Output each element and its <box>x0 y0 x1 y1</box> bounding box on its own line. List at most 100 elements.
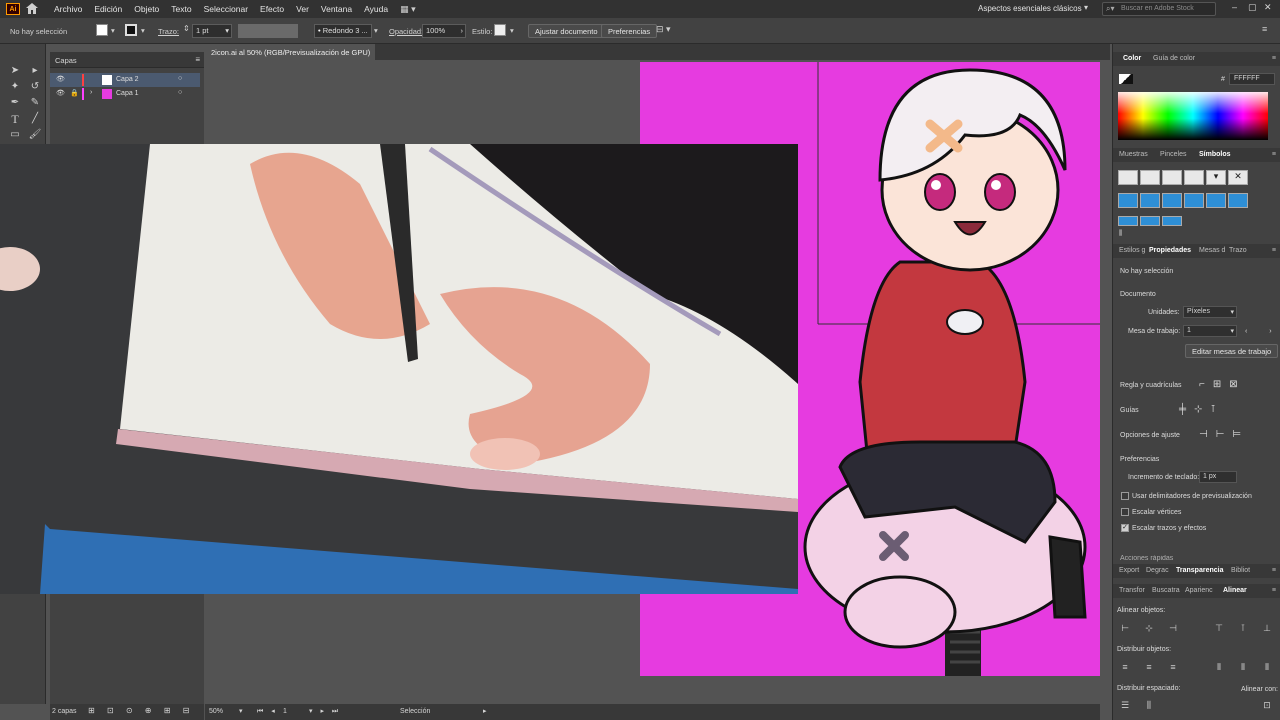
selection-tool-icon[interactable]: ➤ <box>8 64 22 78</box>
symbol-item[interactable]: ✕ <box>1228 170 1248 185</box>
layer-name[interactable]: Capa 1 <box>116 90 139 97</box>
maximize-icon[interactable]: ▢ <box>1248 2 1257 13</box>
distribute-right-icon[interactable]: ⫴ <box>1261 662 1273 672</box>
symbol-item[interactable] <box>1118 216 1138 226</box>
symbol-item[interactable]: ▾ <box>1206 170 1226 185</box>
panel-menu-icon[interactable]: ≡ <box>1272 567 1276 574</box>
stroke-swatch[interactable] <box>125 24 137 36</box>
units-dropdown[interactable]: Píxeles ▾ <box>1183 306 1237 318</box>
brush-chevron-icon[interactable]: ▾ <box>374 26 378 35</box>
artboard-dropdown[interactable]: 1 ▾ <box>1183 325 1237 337</box>
stock-search[interactable]: ⌕▾ Buscar en Adobe Stock <box>1102 2 1216 16</box>
tab-swatches[interactable]: Muestras <box>1119 151 1148 158</box>
layer-row[interactable]: 👁 Capa 2 ○ <box>50 73 200 87</box>
zoom-level[interactable]: 50% <box>209 708 223 715</box>
align-right-icon[interactable]: ⊣ <box>1167 623 1179 633</box>
style-chevron-icon[interactable]: ▾ <box>510 26 514 35</box>
tab-align[interactable]: Alinear <box>1223 587 1247 594</box>
symbol-item[interactable] <box>1118 170 1138 185</box>
panel-menu-icon[interactable]: ≡ <box>195 55 200 64</box>
snap-icons[interactable]: ⊣⊢⊨ <box>1199 429 1249 440</box>
align-vcenter-icon[interactable]: ⊺ <box>1237 623 1249 633</box>
scale-strokes-checkbox[interactable]: ✓ <box>1121 524 1129 532</box>
arrange-documents-icon[interactable]: ▦ ▾ <box>400 4 416 15</box>
eye-icon[interactable]: 👁 <box>56 89 65 97</box>
artboard-number[interactable]: 1 <box>283 708 287 715</box>
tab-layers[interactable]: Capas <box>50 52 204 68</box>
tab-brushes[interactable]: Pinceles <box>1160 151 1186 158</box>
symbol-item[interactable] <box>1162 170 1182 185</box>
document-tab[interactable]: 2icon.ai al 50% (RGB/Previsualización de… <box>205 44 375 60</box>
symbol-item[interactable] <box>1162 216 1182 226</box>
target-icon[interactable]: ○ <box>178 89 182 96</box>
preferences-button[interactable]: Preferencias <box>601 24 658 38</box>
distribute-top-icon[interactable]: ≡ <box>1119 662 1131 672</box>
align-to-selection-icon[interactable]: ⊡ <box>1261 700 1273 710</box>
symbol-item[interactable] <box>1228 193 1248 208</box>
menu-texto[interactable]: Texto <box>165 4 197 14</box>
paintbrush-tool-icon[interactable]: 🖌 <box>28 128 42 142</box>
align-options-icon[interactable]: ⊟ ▾ <box>656 24 671 35</box>
fill-chevron-icon[interactable]: ▾ <box>111 26 115 35</box>
hex-field[interactable]: FFFFFF <box>1229 73 1275 85</box>
type-tool-icon[interactable]: T <box>8 112 22 126</box>
magic-wand-tool-icon[interactable]: ✦ <box>8 80 22 94</box>
fill-stroke-mini-icon[interactable] <box>1119 74 1133 84</box>
tab-properties[interactable]: Propiedades <box>1149 247 1191 254</box>
symbol-item[interactable] <box>1118 193 1138 208</box>
graphic-style-swatch[interactable] <box>494 24 506 36</box>
preview-bounds-checkbox[interactable] <box>1121 492 1129 500</box>
target-icon[interactable]: ○ <box>178 75 182 82</box>
line-tool-icon[interactable]: ╱ <box>28 112 42 126</box>
tab-stroke[interactable]: Trazo <box>1229 247 1247 254</box>
menu-ver[interactable]: Ver <box>290 4 315 14</box>
tab-gradient[interactable]: Degrac <box>1146 567 1169 574</box>
curvature-tool-icon[interactable]: ✎ <box>28 96 42 110</box>
tab-export[interactable]: Export <box>1119 567 1139 574</box>
guides-icons[interactable]: ╪⊹⊺ <box>1179 404 1224 415</box>
tab-color-guide[interactable]: Guía de color <box>1153 55 1195 62</box>
home-icon[interactable] <box>26 3 40 15</box>
menu-archivo[interactable]: Archivo <box>48 4 88 14</box>
symbol-item[interactable] <box>1140 193 1160 208</box>
panel-menu-icon[interactable]: ≡ <box>1272 587 1276 594</box>
symbol-item[interactable] <box>1184 170 1204 185</box>
panel-menu-icon[interactable]: ≡ <box>1272 55 1276 62</box>
minimize-icon[interactable]: – <box>1232 2 1237 12</box>
distribute-hspace-icon[interactable]: ⫼ <box>1143 700 1155 710</box>
layer-footer-icons[interactable]: ⊞ ⊡ ⊙ ⊕ ⊞ ⊟ <box>88 706 194 715</box>
distribute-left-icon[interactable]: ⫴ <box>1213 662 1225 672</box>
chevron-right-icon[interactable]: › <box>90 89 92 96</box>
keyboard-increment-field[interactable]: 1 px <box>1199 471 1237 483</box>
tab-artboards[interactable]: Mesas d <box>1199 247 1225 254</box>
tab-transparency[interactable]: Transparencia <box>1176 567 1223 574</box>
opacity-field[interactable]: 100% › <box>422 24 466 38</box>
symbol-item[interactable] <box>1140 216 1160 226</box>
status-chevron-icon[interactable]: ▸ <box>483 707 487 715</box>
panel-menu-icon[interactable]: ≡ <box>1262 24 1267 34</box>
direct-selection-tool-icon[interactable]: ▸ <box>28 64 42 78</box>
fit-document-button[interactable]: Ajustar documento <box>528 24 605 38</box>
symbol-item[interactable] <box>1140 170 1160 185</box>
align-top-icon[interactable]: ⊤ <box>1213 623 1225 633</box>
edit-artboards-button[interactable]: Editar mesas de trabajo <box>1185 344 1279 358</box>
align-left-icon[interactable]: ⊢ <box>1119 623 1131 633</box>
rectangle-tool-icon[interactable]: ▭ <box>8 128 22 142</box>
distribute-bottom-icon[interactable]: ≡ <box>1167 662 1179 672</box>
artboard-nav-icons[interactable]: ⏮ ◂ <box>257 707 278 716</box>
artboard-nav-icons[interactable]: ▾ ▸ ⏭ <box>309 707 341 716</box>
tab-libraries[interactable]: Bibliot <box>1231 567 1250 574</box>
stroke-weight-field[interactable]: 1 pt ▾ <box>192 24 232 38</box>
close-icon[interactable]: ✕ <box>1264 2 1272 13</box>
menu-ayuda[interactable]: Ayuda <box>358 4 394 14</box>
distribute-vspace-icon[interactable]: ☰ <box>1119 700 1131 710</box>
tab-graphic-styles[interactable]: Estilos g <box>1119 247 1145 254</box>
symbol-item[interactable] <box>1206 193 1226 208</box>
fill-swatch[interactable] <box>96 24 108 36</box>
layer-row[interactable]: 👁 🔒 › Capa 1 ○ <box>50 87 200 101</box>
tab-transform[interactable]: Transfor <box>1119 587 1145 594</box>
tab-symbols[interactable]: Símbolos <box>1199 151 1231 158</box>
workspace-switcher[interactable]: Aspectos esenciales clásicos <box>978 4 1082 13</box>
layer-name[interactable]: Capa 2 <box>116 76 139 83</box>
color-spectrum[interactable] <box>1118 92 1268 140</box>
